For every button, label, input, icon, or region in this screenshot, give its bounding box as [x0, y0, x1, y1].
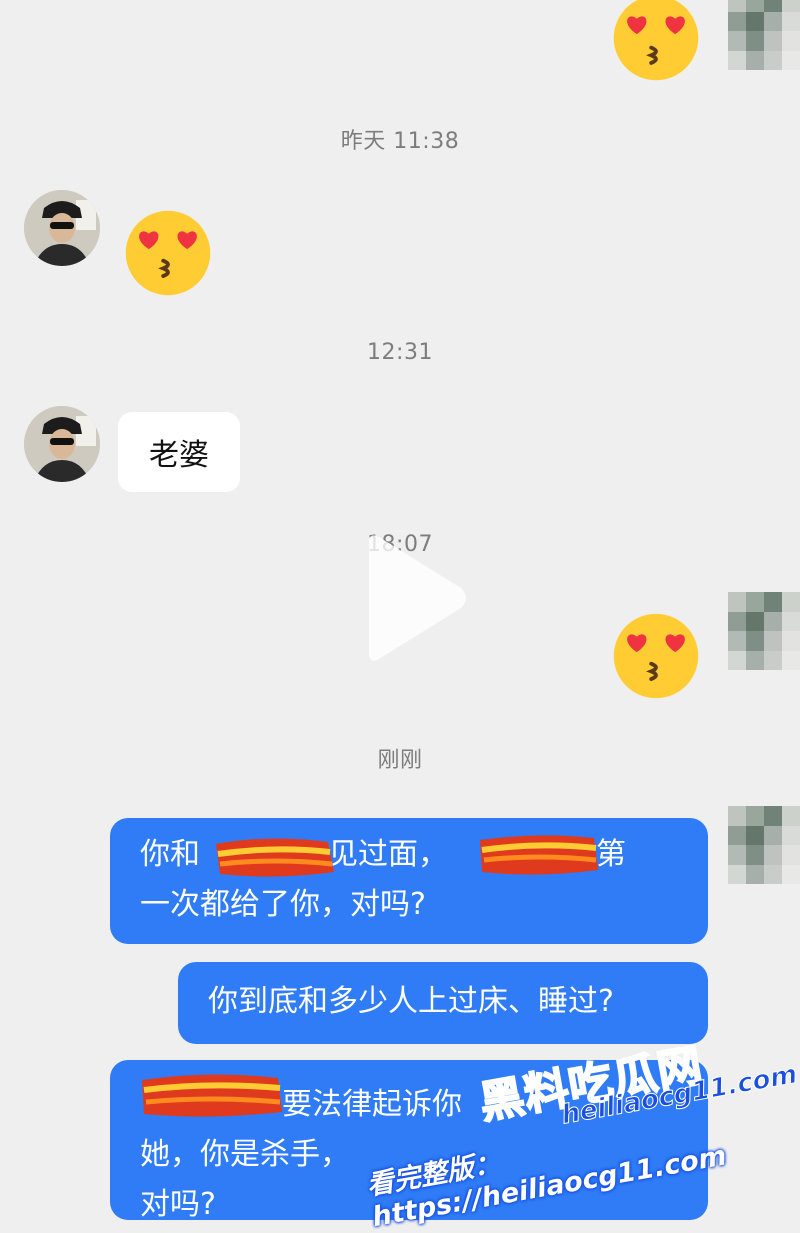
message-bubble[interactable]: 老婆: [118, 412, 240, 492]
avatar[interactable]: [728, 0, 800, 70]
timestamp: 刚刚: [377, 748, 423, 773]
timestamp: 昨天 11:38: [340, 129, 460, 154]
play-icon[interactable]: [355, 528, 475, 668]
heart-eyes-emoji: [613, 613, 699, 699]
redaction-mark: [216, 838, 334, 877]
avatar[interactable]: [728, 806, 800, 884]
timestamp: 12:31: [367, 340, 433, 365]
message-line: 一次都给了你，对吗?: [140, 887, 426, 922]
message-text: 老婆: [149, 438, 209, 473]
redaction-mark: [480, 835, 598, 875]
message-text: 你到底和多少人上过床、睡过?: [208, 984, 614, 1019]
avatar[interactable]: [24, 406, 100, 482]
heart-eyes-emoji: [613, 0, 699, 81]
heart-eyes-emoji: [125, 210, 211, 296]
avatar[interactable]: [24, 190, 100, 266]
message-bubble[interactable]: 你和见过面，把第 一次都给了你，对吗?: [110, 818, 708, 944]
redaction-mark: [142, 1074, 282, 1117]
avatar[interactable]: [728, 592, 800, 670]
message-bubble[interactable]: 你到底和多少人上过床、睡过?: [178, 962, 708, 1044]
